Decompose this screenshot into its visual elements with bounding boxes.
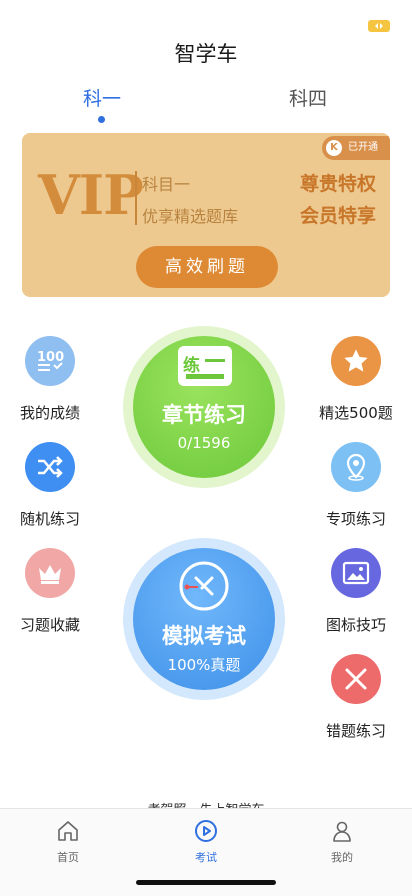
menu-wrong-questions[interactable]: 错题练习 <box>306 654 406 741</box>
star-icon <box>331 336 381 386</box>
subject-tabs: 科一 科四 <box>0 84 412 124</box>
vip-privilege-text: 尊贵特权 <box>299 173 376 195</box>
practice-card-icon: 练 <box>178 346 232 386</box>
menu-favorites[interactable]: 习题收藏 <box>0 548 100 635</box>
menu-my-scores[interactable]: 100 我的成绩 <box>0 336 100 423</box>
close-icon <box>331 654 381 704</box>
nav-label-home: 首页 <box>57 851 79 864</box>
practice-icon-char: 练 <box>183 356 200 376</box>
tab-subject-four[interactable]: 科四 <box>258 84 358 111</box>
shuffle-icon <box>25 442 75 492</box>
home-indicator[interactable] <box>136 880 276 885</box>
vip-member-text: 会员特享 <box>299 205 376 227</box>
status-indicator-icon <box>368 20 390 32</box>
nav-profile[interactable]: 我的 <box>302 819 382 865</box>
vip-subtitle-bank: 优享精选题库 <box>142 207 239 226</box>
menu-special-practice[interactable]: 专项练习 <box>306 442 406 529</box>
mock-exam-subtitle: 100%真题 <box>167 656 241 674</box>
nav-label-profile: 我的 <box>331 851 353 864</box>
menu-label-special-practice: 专项练习 <box>325 510 386 528</box>
vip-badge-icon: K <box>326 140 342 156</box>
menu-label-my-scores: 我的成绩 <box>19 404 80 422</box>
vip-subtitle-subject: 科目一 <box>142 175 191 194</box>
nav-home[interactable]: 首页 <box>28 819 108 865</box>
menu-label-sign-tips: 图标技巧 <box>325 616 386 634</box>
chapter-practice-title: 章节练习 <box>162 403 246 427</box>
vip-logo-text: VIP <box>38 163 144 227</box>
menu-label-random-practice: 随机练习 <box>19 510 80 528</box>
mock-exam-title: 模拟考试 <box>162 624 246 648</box>
efficient-practice-button[interactable]: 高效刷题 <box>136 246 278 288</box>
vip-status-badge: K 已开通 <box>322 136 390 160</box>
nav-exam[interactable]: 考试 <box>166 819 246 865</box>
menu-label-selected-500: 精选500题 <box>319 404 393 422</box>
vip-status-label: 已开通 <box>348 142 378 153</box>
location-pin-icon <box>331 442 381 492</box>
nav-label-exam: 考试 <box>195 851 217 864</box>
page-title: 智学车 <box>174 42 238 66</box>
menu-label-wrong-questions: 错题练习 <box>325 722 386 740</box>
menu-sign-tips[interactable]: 图标技巧 <box>306 548 406 635</box>
mock-exam-button[interactable]: 模拟考试 100%真题 <box>133 548 275 690</box>
tab-subject-one[interactable]: 科一 <box>52 84 152 111</box>
active-tab-indicator <box>98 116 105 123</box>
chapter-practice-button[interactable]: 练 章节练习 0/1596 <box>133 336 275 478</box>
exam-clock-icon <box>178 560 230 612</box>
play-circle-icon <box>195 820 217 842</box>
user-icon <box>333 821 351 842</box>
chapter-practice-progress: 0/1596 <box>177 434 231 452</box>
image-icon <box>331 548 381 598</box>
menu-selected-500[interactable]: 精选500题 <box>306 336 406 423</box>
home-icon <box>58 821 78 841</box>
svg-text:100: 100 <box>37 350 64 365</box>
vip-divider <box>135 171 137 225</box>
menu-label-favorites: 习题收藏 <box>19 616 80 634</box>
menu-random-practice[interactable]: 随机练习 <box>0 442 100 529</box>
score-100-icon: 100 <box>25 336 75 386</box>
vip-banner[interactable]: K 已开通 VIP 科目一 优享精选题库 尊贵特权 会员特享 高效刷题 <box>22 133 390 297</box>
crown-icon <box>25 548 75 598</box>
